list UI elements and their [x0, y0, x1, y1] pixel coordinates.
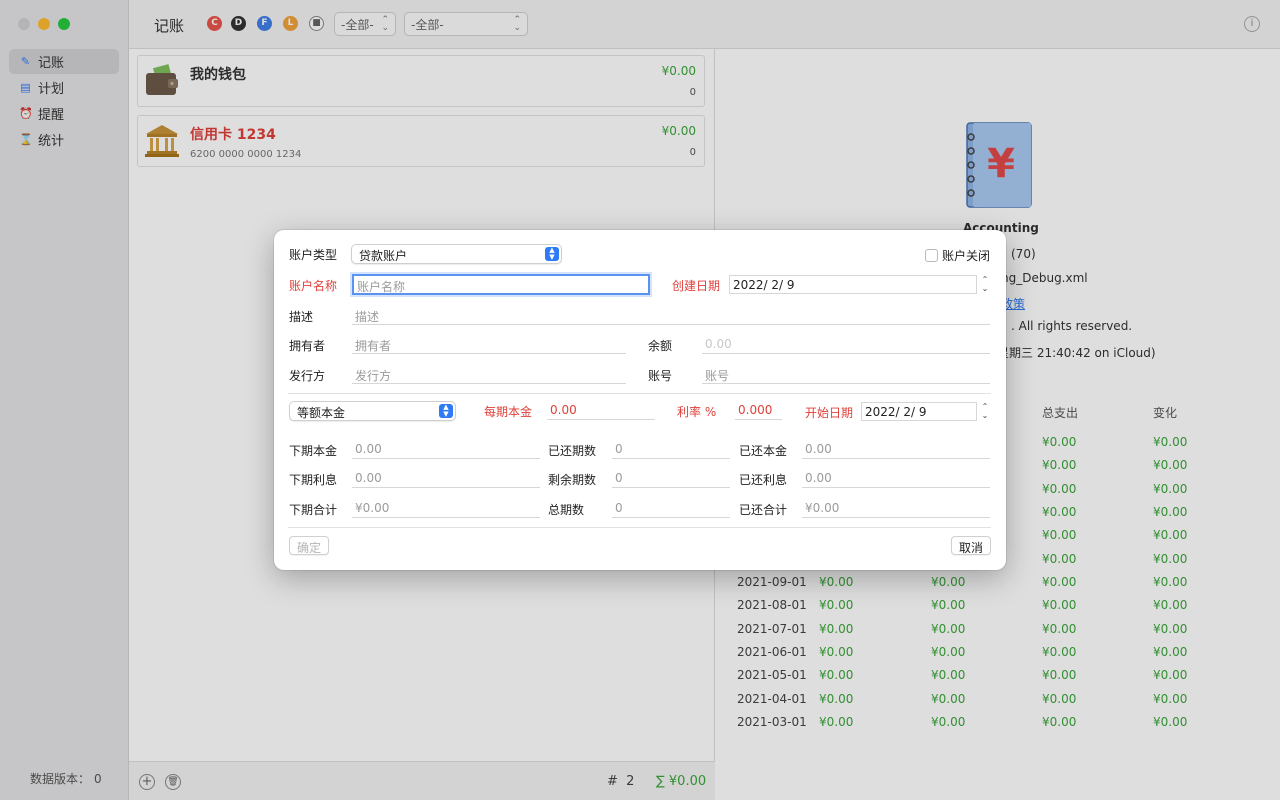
next-interest-label: 下期利息 — [289, 473, 338, 487]
issuer-input[interactable]: 发行方 — [352, 365, 626, 384]
chevron-updown-icon: ▲ ▼ — [439, 404, 453, 418]
paid-principal-label: 已还本金 — [739, 444, 788, 458]
remaining-periods-label: 剩余期数 — [548, 473, 597, 487]
paid-total-label: 已还合计 — [739, 503, 788, 517]
repayment-method-value: 等额本金 — [297, 406, 346, 420]
next-interest-field: 0.00 — [352, 469, 540, 488]
chevron-updown-icon: ▲ ▼ — [545, 247, 559, 261]
owner-label: 拥有者 — [289, 339, 326, 353]
description-input[interactable]: 描述 — [352, 306, 990, 325]
divider — [288, 393, 991, 394]
created-date-label: 创建日期 — [672, 279, 721, 293]
start-date-field[interactable]: 2022/ 2/ 9 — [861, 402, 977, 421]
account-number-label: 账号 — [648, 369, 673, 383]
account-closed-label: 账户关闭 — [942, 249, 991, 263]
account-edit-dialog: 账户类型 贷款账户 ▲ ▼ 账户关闭 账户名称 账户名称 创建日期 2022/ 2… — [274, 230, 1006, 570]
paid-principal-field: 0.00 — [802, 440, 990, 459]
paid-interest-label: 已还利息 — [739, 473, 788, 487]
paid-interest-field: 0.00 — [802, 469, 990, 488]
start-date-stepper[interactable]: ⌃ ⌄ — [979, 402, 991, 421]
total-periods-field: 0 — [612, 499, 730, 518]
divider — [288, 527, 991, 528]
description-label: 描述 — [289, 310, 314, 324]
period-principal-label: 每期本金 — [484, 405, 533, 419]
account-name-input[interactable]: 账户名称 — [352, 274, 650, 295]
balance-label: 余额 — [648, 339, 673, 353]
next-total-label: 下期合计 — [289, 503, 338, 517]
remaining-periods-field: 0 — [612, 469, 730, 488]
account-type-label: 账户类型 — [289, 248, 338, 262]
confirm-button[interactable]: 确定 — [289, 536, 330, 555]
start-date-label: 开始日期 — [805, 406, 854, 420]
paid-periods-field: 0 — [612, 440, 730, 459]
interest-rate-input[interactable]: 0.000 — [735, 401, 782, 420]
period-principal-input[interactable]: 0.00 — [547, 401, 655, 420]
next-principal-label: 下期本金 — [289, 444, 338, 458]
account-type-value: 贷款账户 — [359, 249, 408, 263]
issuer-label: 发行方 — [289, 369, 326, 383]
next-principal-field: 0.00 — [352, 440, 540, 459]
interest-rate-label: 利率 % — [677, 405, 717, 419]
account-name-label: 账户名称 — [289, 279, 338, 293]
account-type-select[interactable]: 贷款账户 ▲ ▼ — [351, 244, 562, 264]
created-date-field[interactable]: 2022/ 2/ 9 — [729, 275, 977, 294]
total-periods-label: 总期数 — [548, 503, 585, 517]
next-total-field: ¥0.00 — [352, 499, 540, 518]
owner-input[interactable]: 拥有者 — [352, 335, 626, 354]
paid-periods-label: 已还期数 — [548, 444, 597, 458]
repayment-method-select[interactable]: 等额本金 ▲ ▼ — [289, 401, 456, 421]
account-number-input[interactable]: 账号 — [702, 365, 990, 384]
balance-field: 0.00 — [702, 335, 990, 354]
cancel-button[interactable]: 取消 — [951, 536, 992, 555]
paid-total-field: ¥0.00 — [802, 499, 990, 518]
created-date-stepper[interactable]: ⌃ ⌄ — [979, 275, 991, 294]
account-closed-checkbox[interactable] — [925, 249, 938, 262]
